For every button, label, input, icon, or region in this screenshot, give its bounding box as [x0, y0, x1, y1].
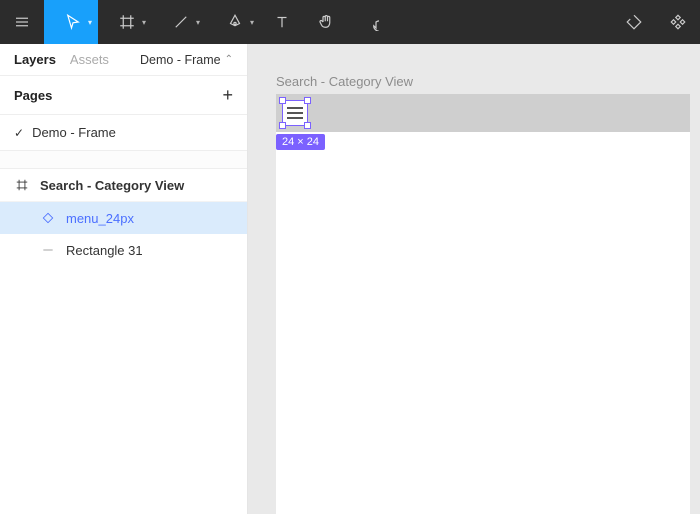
- resize-handle-br[interactable]: [304, 122, 311, 129]
- line-icon: [40, 242, 56, 258]
- layer-component-label: menu_24px: [66, 211, 134, 226]
- canvas[interactable]: Search - Category View 24 × 24: [248, 44, 700, 514]
- component-instance-icon: [40, 210, 56, 226]
- resize-handle-tl[interactable]: [279, 97, 286, 104]
- artboard-header-strip: [276, 94, 690, 132]
- pages-label: Pages: [14, 88, 52, 103]
- frame-tool[interactable]: ▾: [98, 0, 152, 44]
- chevron-down-icon: ▾: [250, 18, 254, 27]
- layer-frame-label: Search - Category View: [40, 178, 184, 193]
- move-tool[interactable]: ▾: [44, 0, 98, 44]
- dimension-badge: 24 × 24: [276, 134, 325, 150]
- tab-assets[interactable]: Assets: [70, 52, 109, 67]
- add-page-button[interactable]: +: [222, 86, 233, 104]
- hand-tool[interactable]: [304, 0, 348, 44]
- layer-rect-row[interactable]: Rectangle 31: [0, 234, 247, 266]
- section-divider: [0, 151, 247, 169]
- selected-object[interactable]: [282, 100, 308, 126]
- top-toolbar: ▾ ▾ ▾ ▾: [0, 0, 700, 44]
- file-crumb[interactable]: Demo - Frame ⌃: [140, 53, 233, 67]
- comment-tool[interactable]: [348, 0, 392, 44]
- chevron-down-icon: ▾: [142, 18, 146, 27]
- layer-component-row[interactable]: menu_24px: [0, 202, 247, 234]
- menu-button[interactable]: [0, 0, 44, 44]
- text-tool[interactable]: [260, 0, 304, 44]
- canvas-frame-title[interactable]: Search - Category View: [276, 74, 413, 89]
- frame-icon: [14, 177, 30, 193]
- resize-handle-bl[interactable]: [279, 122, 286, 129]
- layer-frame-row[interactable]: Search - Category View: [0, 169, 247, 202]
- file-crumb-label: Demo - Frame: [140, 53, 221, 67]
- components-tool[interactable]: [656, 0, 700, 44]
- chevron-down-icon: ▾: [88, 18, 92, 27]
- layer-rect-label: Rectangle 31: [66, 243, 143, 258]
- artboard[interactable]: 24 × 24: [276, 94, 690, 514]
- chevron-down-icon: ▾: [196, 18, 200, 27]
- page-name: Demo - Frame: [32, 125, 116, 140]
- reset-tool[interactable]: [612, 0, 656, 44]
- resize-handle-tr[interactable]: [304, 97, 311, 104]
- tab-layers[interactable]: Layers: [14, 52, 56, 67]
- left-sidebar: Layers Assets Demo - Frame ⌃ Pages + ✓ D…: [0, 44, 248, 514]
- pen-line-tool[interactable]: ▾: [152, 0, 206, 44]
- page-row[interactable]: ✓ Demo - Frame: [0, 115, 247, 151]
- pen-tool[interactable]: ▾: [206, 0, 260, 44]
- check-icon: ✓: [14, 126, 24, 140]
- chevron-up-icon: ⌃: [225, 54, 233, 65]
